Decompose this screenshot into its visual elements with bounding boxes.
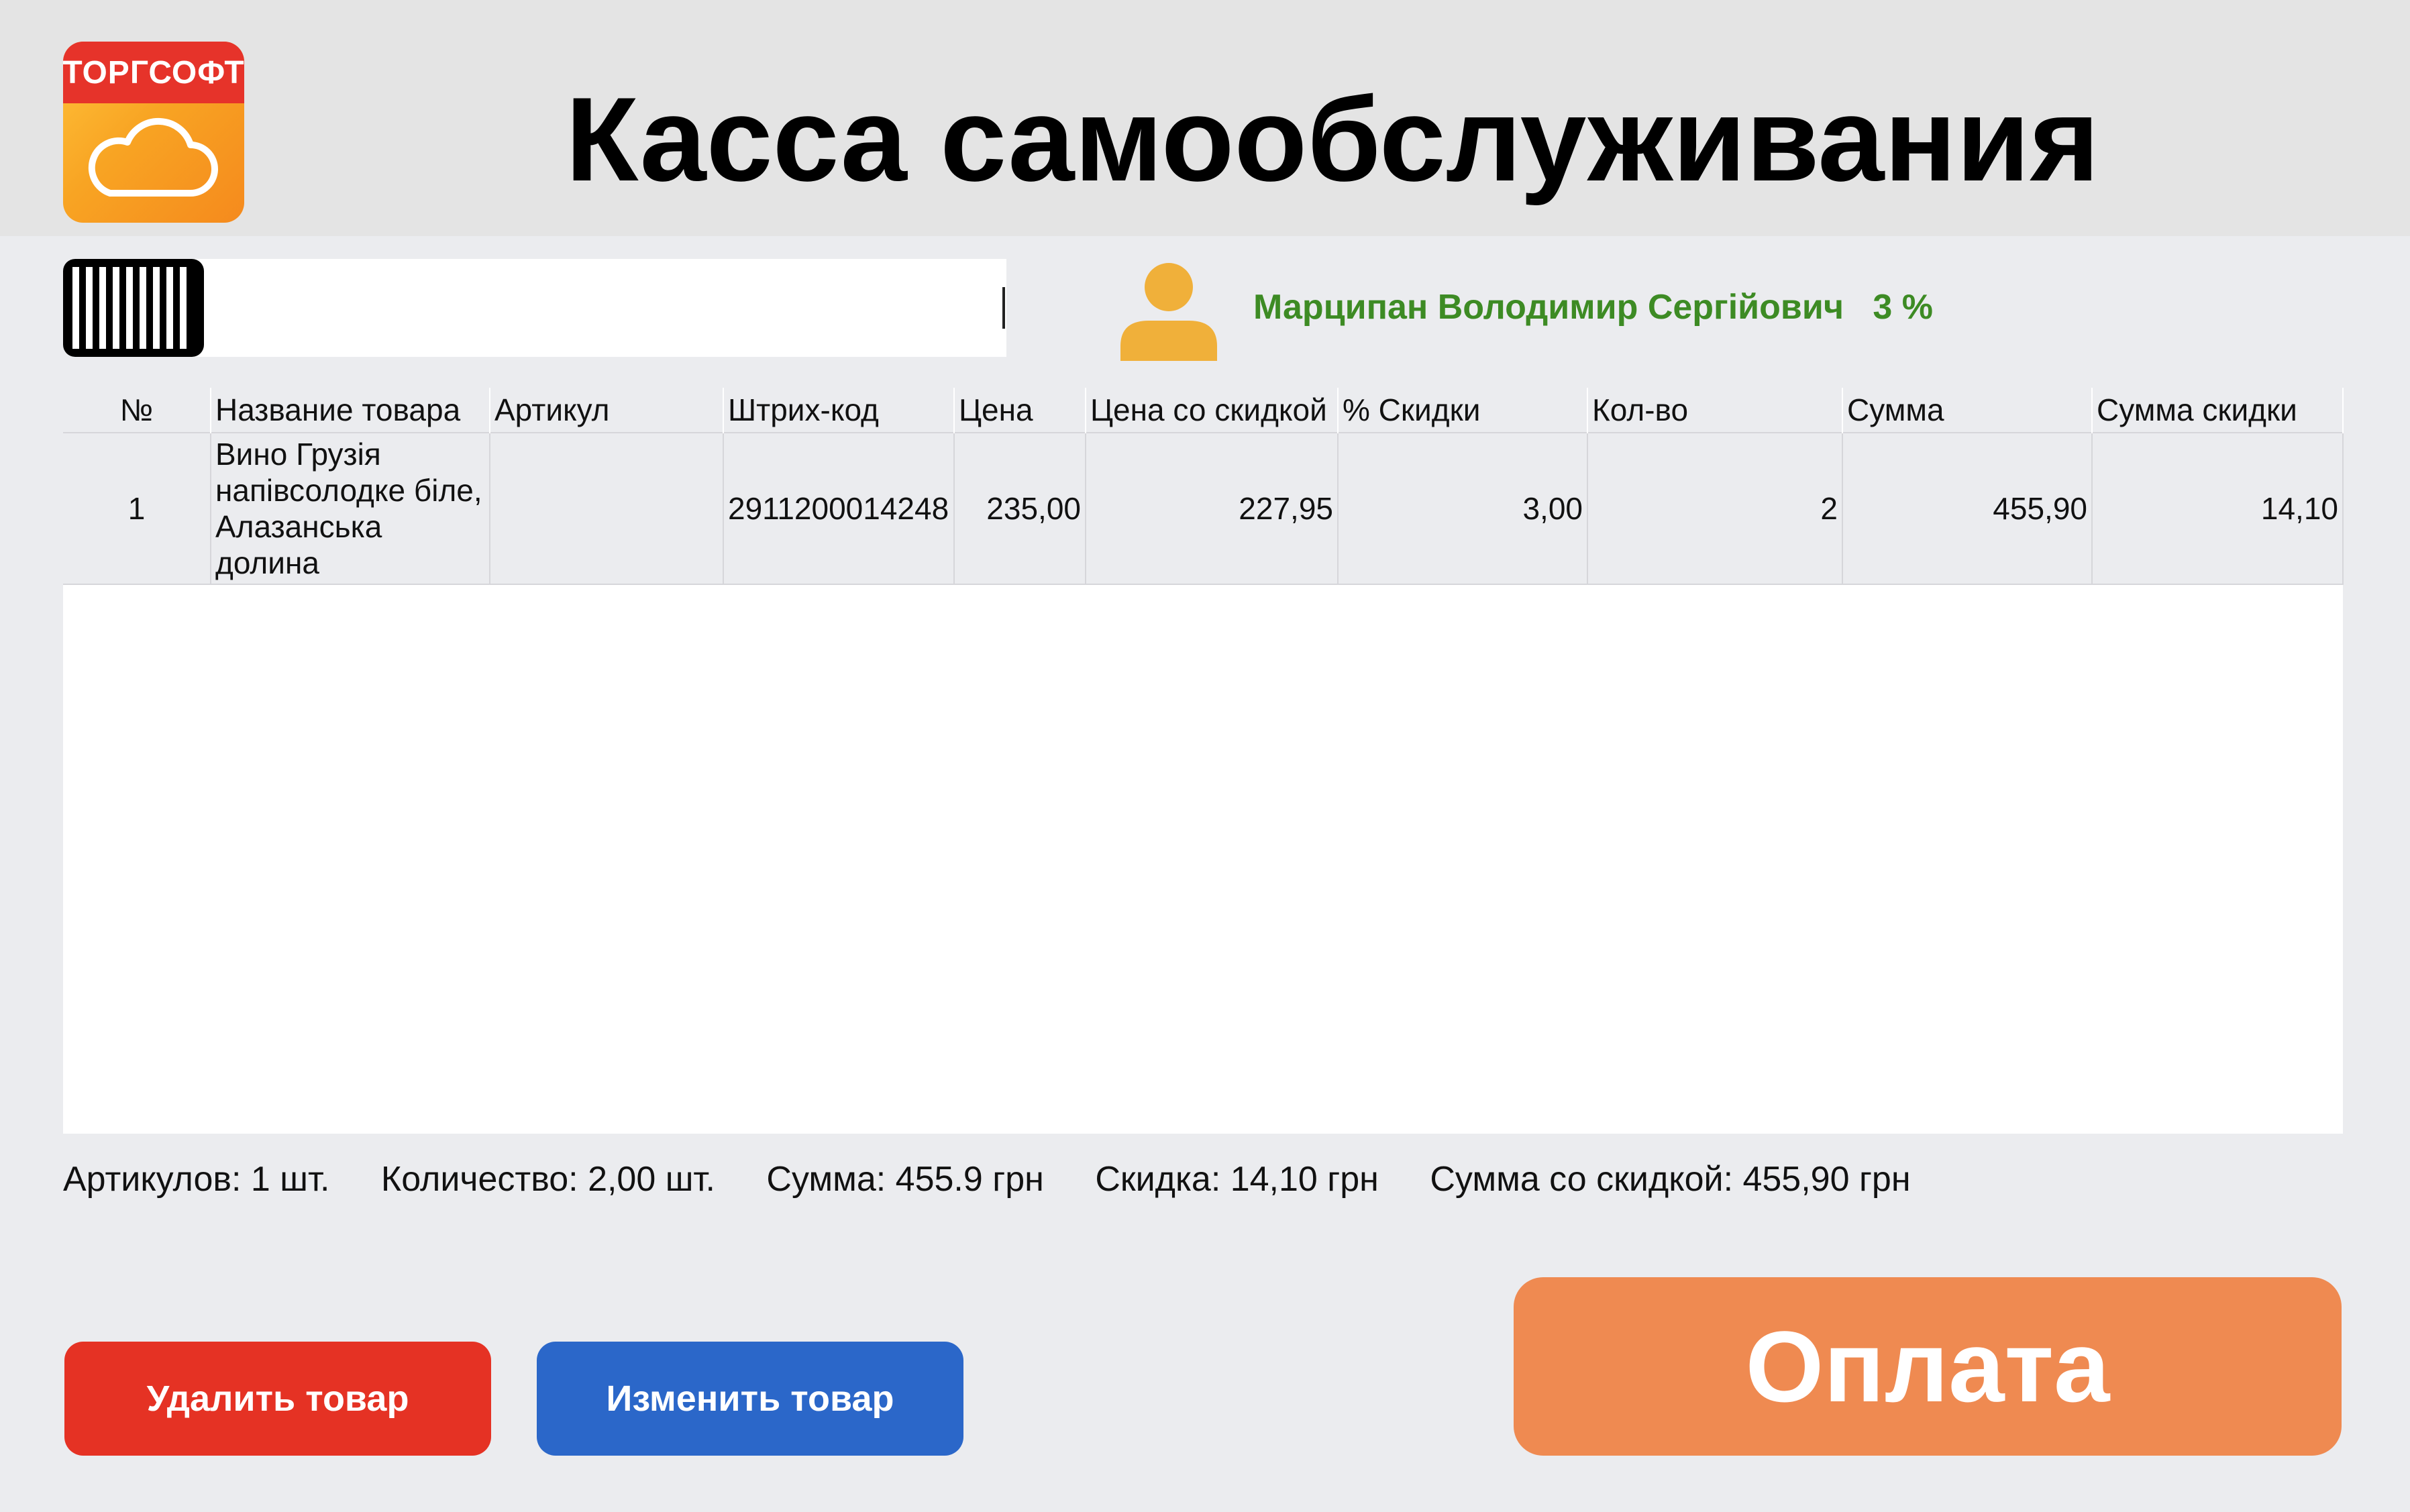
- header-bar: ТОРГСОФТ Касса самообслуживания: [0, 0, 2410, 236]
- col-header-discount-percent[interactable]: % Скидки: [1338, 388, 1588, 433]
- col-header-price[interactable]: Цена: [954, 388, 1086, 433]
- cell-qty: 2: [1587, 432, 1843, 585]
- cell-sum: 455,90: [1842, 432, 2093, 585]
- delete-item-button[interactable]: Удалить товар: [64, 1342, 491, 1456]
- total-sum: Сумма: 455.9 грн: [766, 1160, 1044, 1199]
- cell-barcode: 2911200014248: [723, 432, 955, 585]
- total-discount: Скидка: 14,10 грн: [1095, 1160, 1379, 1199]
- cell-article: [490, 432, 724, 585]
- customer-icon: [1120, 263, 1217, 361]
- cell-name: Вино Грузія напівсолодке біле, Алазанськ…: [211, 432, 490, 585]
- page-title: Касса самообслуживания: [565, 72, 2100, 206]
- pay-button[interactable]: Оплата: [1514, 1277, 2342, 1456]
- total-sum-discounted: Сумма со скидкой: 455,90 грн: [1430, 1160, 1911, 1199]
- col-header-name[interactable]: Название товара: [211, 388, 490, 433]
- total-articles: Артикулов: 1 шт.: [63, 1160, 330, 1199]
- table-header: № Название товара Артикул Штрих-код Цена…: [63, 388, 2344, 433]
- col-header-no[interactable]: №: [63, 388, 211, 433]
- col-header-barcode[interactable]: Штрих-код: [723, 388, 955, 433]
- col-header-discount-price[interactable]: Цена со скидкой: [1086, 388, 1339, 433]
- table-row[interactable]: 1 Вино Грузія напівсолодке біле, Алазанс…: [63, 432, 2344, 585]
- cell-discount-sum: 14,10: [2092, 432, 2344, 585]
- items-table: № Название товара Артикул Штрих-код Цена…: [63, 388, 2344, 585]
- col-header-sum[interactable]: Сумма: [1842, 388, 2093, 433]
- total-quantity: Количество: 2,00 шт.: [380, 1160, 715, 1199]
- edit-item-button[interactable]: Изменить товар: [537, 1342, 963, 1456]
- receipt-table[interactable]: № Название товара Артикул Штрих-код Цена…: [63, 388, 2344, 1134]
- barcode-scan-box[interactable]: [63, 259, 1006, 357]
- cell-discount-percent: 3,00: [1338, 432, 1588, 585]
- text-caret: [1002, 287, 1005, 329]
- col-header-article[interactable]: Артикул: [490, 388, 724, 433]
- col-header-qty[interactable]: Кол-во: [1587, 388, 1843, 433]
- barcode-input[interactable]: [204, 259, 1006, 357]
- customer-name: Марципан Володимир Сергійович: [1253, 288, 1844, 327]
- barcode-icon: [63, 259, 204, 357]
- cell-no: 1: [63, 432, 211, 585]
- totals-bar: Артикулов: 1 шт. Количество: 2,00 шт. Су…: [63, 1159, 1952, 1199]
- customer-discount: 3 %: [1873, 288, 1933, 327]
- cell-price: 235,00: [954, 432, 1086, 585]
- cell-discount-price: 227,95: [1086, 432, 1339, 585]
- col-header-discount-sum[interactable]: Сумма скидки: [2092, 388, 2344, 433]
- customer-info: Марципан Володимир Сергійович 3 %: [1253, 287, 1933, 327]
